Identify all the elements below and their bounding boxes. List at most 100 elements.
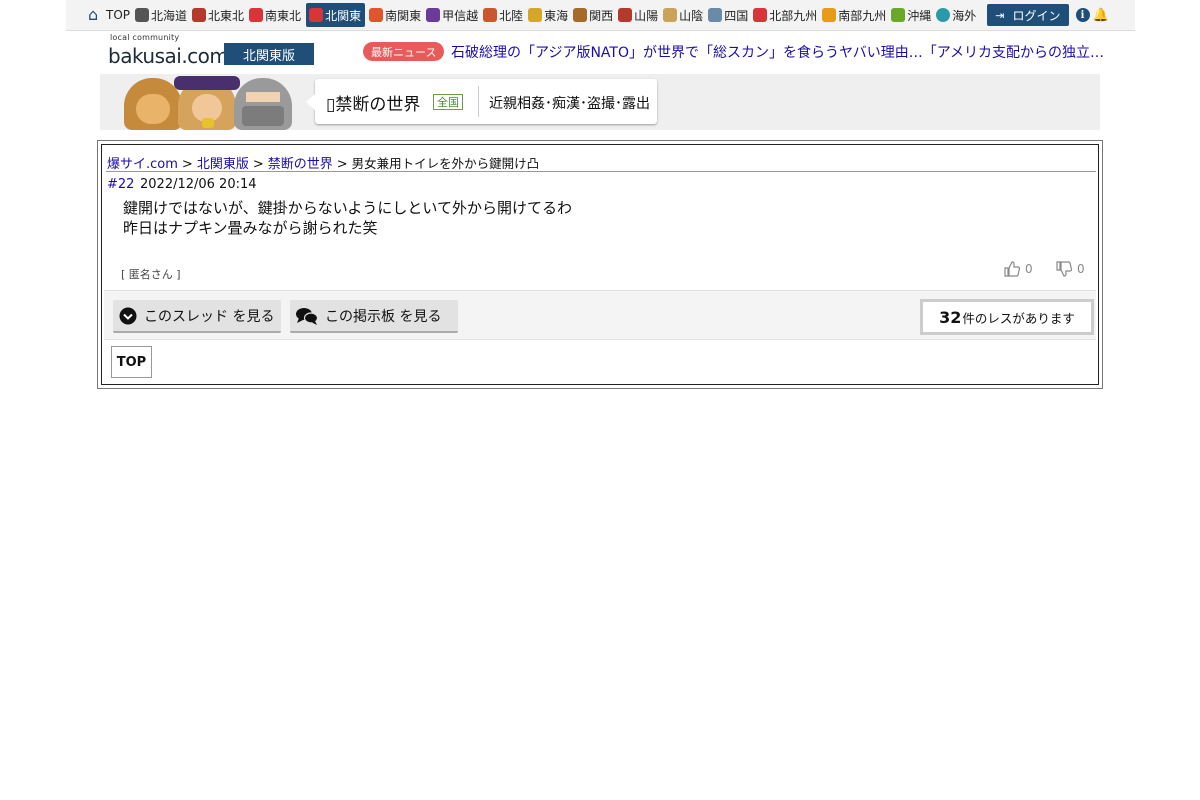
chevron-down-circle-icon bbox=[119, 307, 137, 325]
nav-item-label: 南部九州 bbox=[838, 8, 887, 23]
daruma-icon bbox=[309, 8, 324, 22]
nav-item[interactable]: 甲信越 bbox=[424, 3, 481, 27]
breadcrumb-separator: > bbox=[336, 157, 348, 172]
breadcrumb-separator: > bbox=[252, 157, 264, 172]
nav-item[interactable]: ⌂ TOP bbox=[86, 3, 133, 27]
nav-item[interactable]: 山陽 bbox=[616, 3, 661, 27]
nav-item-label: 南関東 bbox=[385, 8, 422, 23]
response-count-box: 32 件のレスがあります bbox=[920, 299, 1094, 335]
nav-item-label: 北海道 bbox=[151, 8, 188, 23]
castle-icon bbox=[618, 8, 633, 22]
cherry-icon bbox=[249, 8, 264, 22]
nav-item[interactable]: 北関東 bbox=[306, 3, 366, 27]
ninja-mascot-icon bbox=[234, 78, 292, 130]
post-body: 鍵開けではないが、鍵掛からないようにしといて外から開けてるわ 昨日はナプキン畳み… bbox=[123, 198, 572, 238]
goya-icon bbox=[891, 8, 906, 22]
nav-item[interactable]: 海外 bbox=[934, 3, 979, 27]
nav-item-label: TOP bbox=[106, 8, 131, 22]
breadcrumb-board-link[interactable]: 禁断の世界 bbox=[268, 157, 333, 172]
view-board-button[interactable]: この掲示板 を見る bbox=[290, 300, 458, 333]
logo-tagline: local community bbox=[110, 33, 180, 42]
board-description: 近親相姦･痴漢･盗撮･露出 bbox=[489, 96, 650, 112]
like-button[interactable]: 0 bbox=[1004, 261, 1033, 277]
post-panel-inner: 爆サイ.com > 北関東版 > 禁断の世界 > 男女兼用トイレを外から鍵開け凸 #22 2… bbox=[101, 144, 1099, 385]
info-icon[interactable]: i bbox=[1075, 8, 1090, 22]
nav-item-label: 北部九州 bbox=[769, 8, 818, 23]
nav-item-label: 北関東 bbox=[325, 8, 362, 23]
nav-item[interactable]: 山陰 bbox=[661, 3, 706, 27]
nav-item[interactable]: 東海 bbox=[526, 3, 571, 27]
nav-item[interactable]: 南部九州 bbox=[820, 3, 889, 27]
back-to-top-button[interactable]: TOP bbox=[111, 346, 152, 378]
board-scope-badge: 全国 bbox=[433, 94, 463, 110]
dislike-count: 0 bbox=[1077, 262, 1085, 276]
post-line: 昨日はナプキン畳みながら謝られた笑 bbox=[123, 219, 378, 237]
sign-in-icon: ⇥ bbox=[995, 8, 1005, 22]
response-count: 32 bbox=[939, 307, 962, 327]
post-number-link[interactable]: #22 bbox=[107, 177, 134, 192]
board-divider bbox=[478, 86, 479, 117]
bell-icon[interactable]: 🔔 bbox=[1093, 8, 1109, 23]
thumbs-down-icon bbox=[1056, 261, 1072, 277]
namahage-icon bbox=[192, 8, 207, 22]
tower-icon bbox=[369, 8, 384, 22]
torii-icon bbox=[483, 8, 498, 22]
grape-icon bbox=[426, 8, 441, 22]
nav-item-label: 沖縄 bbox=[907, 8, 932, 23]
news-headline-link[interactable]: 石破総理の「アジア版NATO」が世界で「総スカン」を食らうヤバい理由…「アメリカ… bbox=[451, 42, 1107, 62]
udon-icon bbox=[708, 8, 723, 22]
top-nav: ⌂ TOP 北海道 北東北 南東北 北関東 南関東 甲信越 北陸 東海 関西 山陽 山陰 四国 北部九州 南部… bbox=[66, 0, 1135, 31]
takoyaki-icon bbox=[573, 8, 588, 22]
breadcrumb-separator: > bbox=[181, 157, 193, 172]
board-banner: ▯禁断の世界 全国 近親相姦･痴漢･盗撮･露出 bbox=[100, 74, 1100, 130]
shachihoko-icon bbox=[528, 8, 543, 22]
breadcrumb: 爆サイ.com > 北関東版 > 禁断の世界 > 男女兼用トイレを外から鍵開け凸 bbox=[107, 153, 539, 172]
login-button[interactable]: ⇥ ログイン bbox=[987, 4, 1069, 26]
nav-item-label: 山陰 bbox=[679, 8, 704, 23]
login-label: ログイン bbox=[1012, 8, 1061, 23]
home-icon: ⌂ bbox=[88, 5, 99, 24]
post-line: 鍵開けではないが、鍵掛からないようにしといて外から開けてるわ bbox=[123, 199, 572, 217]
nav-item[interactable]: 沖縄 bbox=[889, 3, 934, 27]
breadcrumb-region-link[interactable]: 北関東版 bbox=[197, 157, 249, 172]
board-title-box[interactable]: ▯禁断の世界 全国 近親相姦･痴漢･盗撮･露出 bbox=[306, 79, 657, 124]
dislike-button[interactable]: 0 bbox=[1056, 261, 1085, 277]
nav-item[interactable]: 北陸 bbox=[481, 3, 526, 27]
news-badge: 最新ニュース bbox=[363, 42, 445, 61]
nav-item-label: 南東北 bbox=[265, 8, 302, 23]
logo-text: bakusai.com bbox=[108, 44, 229, 68]
globe-icon bbox=[936, 8, 951, 22]
nav-item[interactable]: 四国 bbox=[706, 3, 751, 27]
nav-item-label: 海外 bbox=[952, 8, 977, 23]
post-panel: 爆サイ.com > 北関東版 > 禁断の世界 > 男女兼用トイレを外から鍵開け凸 #22 2… bbox=[97, 140, 1103, 389]
nav-item[interactable]: 北東北 bbox=[190, 3, 247, 27]
comments-icon bbox=[296, 307, 318, 325]
nav-item-label: 北東北 bbox=[208, 8, 245, 23]
breadcrumb-thread-title: 男女兼用トイレを外から鍵開け凸 bbox=[351, 156, 540, 171]
witch-mascot-icon bbox=[174, 76, 240, 130]
nav-item-label: 北陸 bbox=[499, 8, 524, 23]
nav-item[interactable]: 北海道 bbox=[133, 3, 190, 27]
nav-item[interactable]: 南関東 bbox=[367, 3, 424, 27]
mango-icon bbox=[822, 8, 837, 22]
view-thread-button[interactable]: このスレッド を見る bbox=[113, 300, 281, 333]
nav-item[interactable]: 北部九州 bbox=[751, 3, 820, 27]
breadcrumb-home-link[interactable]: 爆サイ.com bbox=[107, 157, 178, 172]
cow-icon bbox=[135, 8, 150, 22]
response-count-suffix: 件のレスがあります bbox=[962, 310, 1075, 326]
region-badge[interactable]: 北関東版 bbox=[224, 43, 314, 65]
nav-item[interactable]: 南東北 bbox=[247, 3, 304, 27]
nav-item-label: 山陽 bbox=[634, 8, 659, 23]
view-thread-label: このスレッド を見る bbox=[144, 308, 275, 325]
breadcrumb-divider bbox=[106, 171, 1096, 172]
thumbs-up-icon bbox=[1004, 261, 1020, 277]
action-bar: このスレッド を見る この掲示板 を見る 32 件のレスがあります bbox=[104, 290, 1096, 340]
nav-item-label: 関西 bbox=[589, 8, 614, 23]
post-author: [ 匿名さん ] bbox=[121, 268, 181, 281]
nav-list: ⌂ TOP 北海道 北東北 南東北 北関東 南関東 甲信越 北陸 東海 関西 山陽 山陰 四国 北部九州 南部… bbox=[86, 3, 1109, 27]
nav-item[interactable]: 関西 bbox=[571, 3, 616, 27]
nav-item-label: 甲信越 bbox=[442, 8, 479, 23]
board-title: ▯禁断の世界 bbox=[326, 95, 421, 115]
view-board-label: この掲示板 を見る bbox=[325, 308, 442, 325]
dune-icon bbox=[663, 8, 678, 22]
